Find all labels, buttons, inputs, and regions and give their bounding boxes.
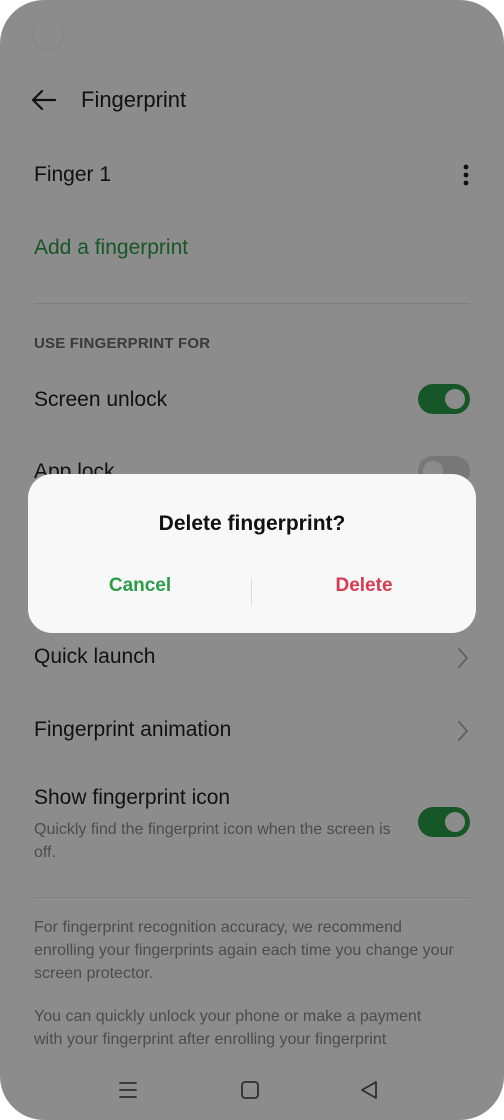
delete-button[interactable]: Delete (264, 566, 464, 606)
settings-screen: 10:00 Fingerprint Finger 1 Add a fingerp… (0, 0, 504, 1120)
phone-frame: 10:00 Fingerprint Finger 1 Add a fingerp… (0, 0, 504, 1120)
dialog-title: Delete fingerprint? (158, 512, 346, 535)
cancel-button[interactable]: Cancel (40, 566, 240, 606)
dialog-button-divider (251, 578, 252, 606)
delete-fingerprint-dialog: Delete fingerprint? Cancel Delete (28, 474, 476, 633)
